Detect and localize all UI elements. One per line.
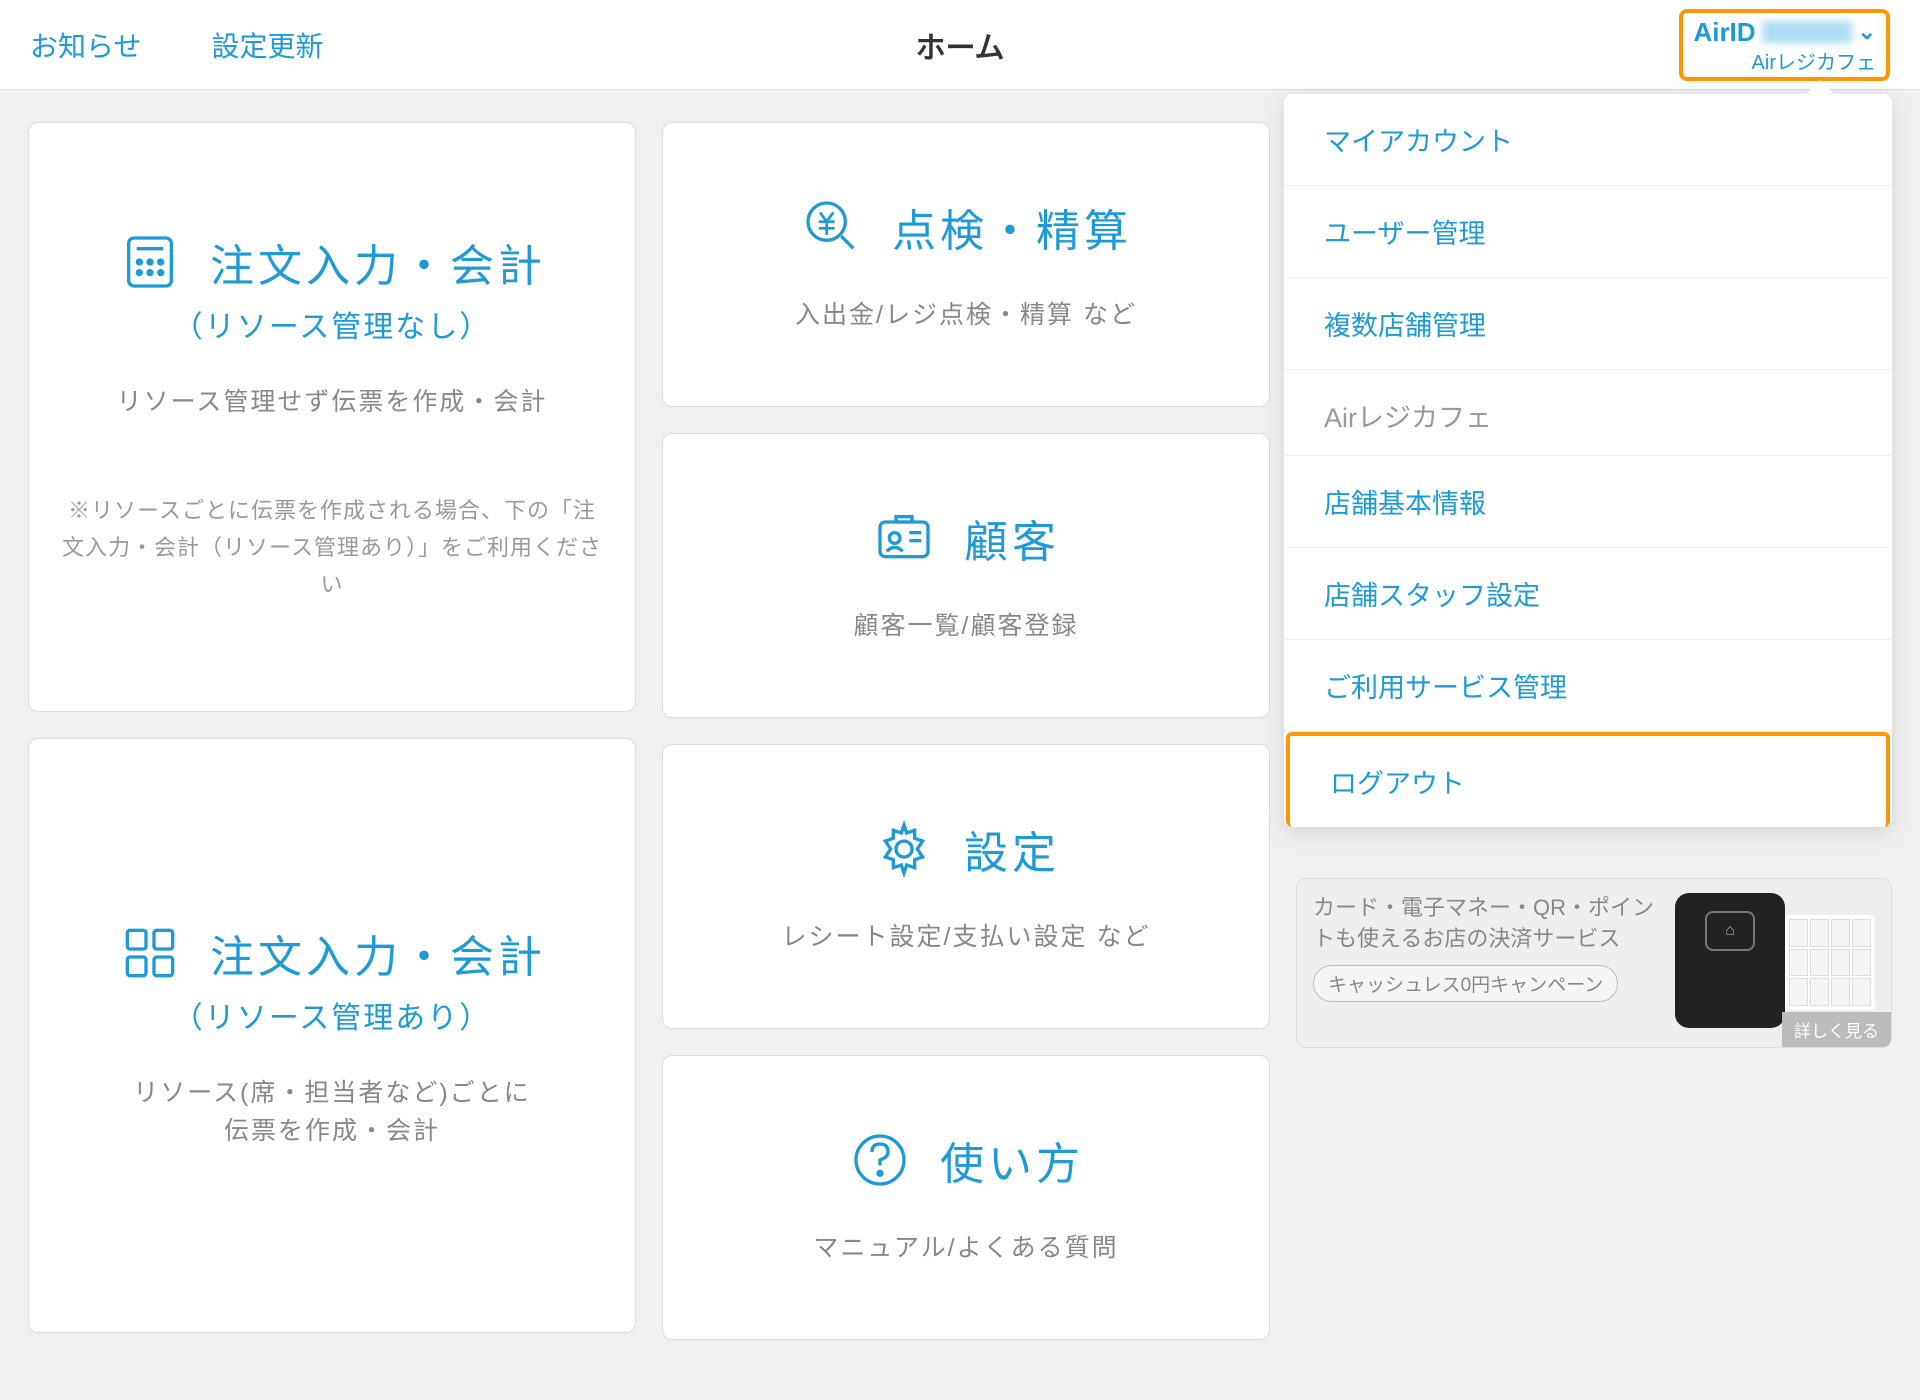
card-howto[interactable]: 使い方 マニュアル/よくある質問: [662, 1055, 1270, 1340]
header-left: お知らせ 設定更新: [30, 25, 323, 65]
dd-store-info[interactable]: 店舗基本情報: [1284, 456, 1892, 548]
keypad-image: [1785, 915, 1875, 1010]
card-order-with-resource[interactable]: 注文入力・会計 （リソース管理あり） リソース(席・担当者など)ごとに 伝票を作…: [28, 738, 636, 1333]
account-dropdown-trigger[interactable]: AirID ⌄ Airレジカフェ: [1679, 9, 1890, 81]
card-title: 設定: [964, 817, 1060, 881]
card-desc: リソース(席・担当者など)ごとに 伝票を作成・会計: [133, 1075, 530, 1150]
card-title: 使い方: [940, 1128, 1084, 1192]
card-customer[interactable]: 顧客 顧客一覧/顧客登録: [662, 433, 1270, 718]
app-header: お知らせ 設定更新 ホーム AirID ⌄ Airレジカフェ: [0, 0, 1920, 90]
dd-multi-store[interactable]: 複数店舗管理: [1284, 278, 1892, 370]
card-note: ※リソースごとに伝票を作成される場合、下の「注文入力・会計（リソース管理あり）」…: [59, 492, 605, 604]
page-title: ホーム: [915, 23, 1004, 67]
grid-icon: [118, 921, 182, 985]
home-content: 注文入力・会計 （リソース管理なし） リソース管理せず伝票を作成・会計 ※リソー…: [0, 90, 1920, 1400]
card-desc: マニュアル/よくある質問: [813, 1230, 1118, 1268]
airid-label: AirID: [1693, 17, 1755, 48]
dd-service-manage[interactable]: ご利用サービス管理: [1284, 640, 1892, 732]
calculator-icon: [118, 230, 182, 294]
airid-value-blurred: [1762, 21, 1852, 43]
card-title: 注文入力・会計: [210, 921, 546, 985]
promo-badge: キャッシュレス0円キャンペーン: [1313, 965, 1618, 1002]
reader-home-icon: ⌂: [1705, 911, 1755, 951]
dd-my-account[interactable]: マイアカウント: [1284, 94, 1892, 186]
card-order-no-resource[interactable]: 注文入力・会計 （リソース管理なし） リソース管理せず伝票を作成・会計 ※リソー…: [28, 122, 636, 712]
card-desc: 顧客一覧/顧客登録: [854, 608, 1079, 646]
card-title: 注文入力・会計: [210, 230, 546, 294]
card-desc: レシート設定/支払い設定 など: [782, 919, 1151, 957]
notice-button[interactable]: お知らせ: [30, 25, 141, 65]
dd-logout[interactable]: ログアウト: [1286, 732, 1890, 827]
card-desc: 入出金/レジ点検・精算 など: [795, 297, 1137, 335]
question-icon: [848, 1128, 912, 1192]
promo-card[interactable]: カード・電子マネー・QR・ポイントも使えるお店の決済サービス キャッシュレス0円…: [1296, 878, 1892, 1048]
card-title: 点検・精算: [892, 195, 1132, 259]
card-desc: リソース管理せず伝票を作成・会計: [117, 384, 548, 422]
card-subtitle: （リソース管理なし）: [173, 302, 492, 346]
settings-update-button[interactable]: 設定更新: [211, 25, 323, 65]
dd-user-management[interactable]: ユーザー管理: [1284, 186, 1892, 278]
yen-magnifier-icon: [800, 195, 864, 259]
dropdown-arrow-icon: [1804, 80, 1836, 96]
store-name-sub: Airレジカフェ: [1752, 46, 1876, 75]
card-settings[interactable]: 設定 レシート設定/支払い設定 など: [662, 744, 1270, 1029]
gear-icon: [872, 817, 936, 881]
card-title: 顧客: [964, 506, 1060, 570]
card-inspection[interactable]: 点検・精算 入出金/レジ点検・精算 など: [662, 122, 1270, 407]
promo-detail-link[interactable]: 詳しく見る: [1782, 1012, 1891, 1047]
dd-section-store: Airレジカフェ: [1284, 370, 1892, 456]
chevron-down-icon: ⌄: [1858, 19, 1876, 45]
dd-store-staff[interactable]: 店舗スタッフ設定: [1284, 548, 1892, 640]
card-subtitle: （リソース管理あり）: [173, 993, 492, 1037]
promo-text: カード・電子マネー・QR・ポイントも使えるお店の決済サービス: [1313, 893, 1665, 955]
card-reader-image: ⌂: [1675, 893, 1785, 1028]
account-dropdown-panel: マイアカウント ユーザー管理 複数店舗管理 Airレジカフェ 店舗基本情報 店舗…: [1284, 94, 1892, 827]
id-card-icon: [872, 506, 936, 570]
